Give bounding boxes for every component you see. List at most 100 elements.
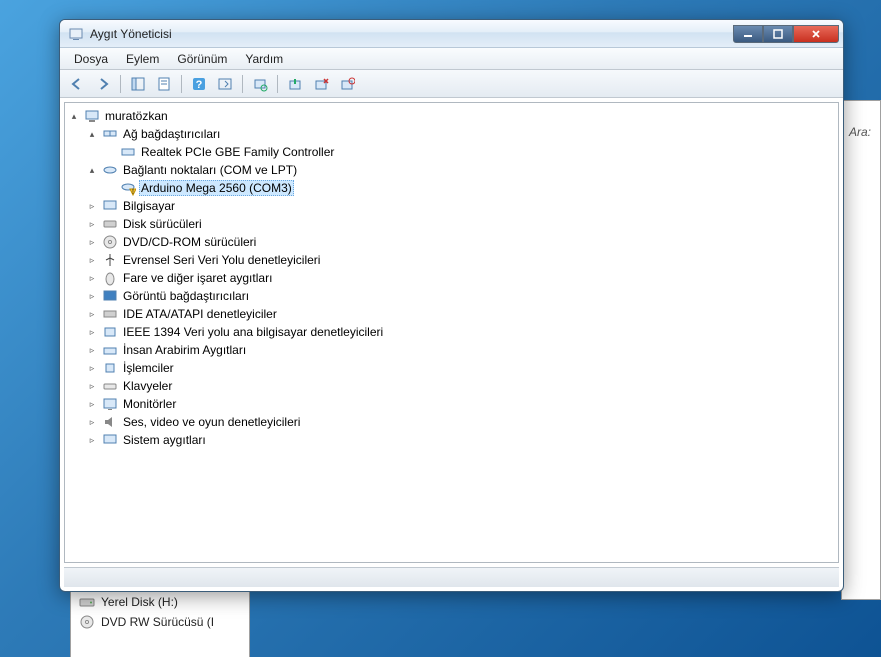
drive-item[interactable]: Yerel Disk (H:) xyxy=(79,592,241,612)
toolbar-separator xyxy=(181,75,182,93)
ports-label: Bağlantı noktaları (COM ve LPT) xyxy=(121,163,299,177)
forward-button[interactable] xyxy=(92,73,114,95)
expand-icon[interactable]: ▹ xyxy=(85,379,99,393)
help-button[interactable]: ? xyxy=(188,73,210,95)
disk-label: Disk sürücüleri xyxy=(121,217,204,231)
mouse-icon xyxy=(102,270,118,286)
computer-label: Bilgisayar xyxy=(121,199,177,213)
realtek-label: Realtek PCIe GBE Family Controller xyxy=(139,145,336,159)
dvd-label: DVD RW Sürücüsü (I xyxy=(101,615,214,629)
action-button[interactable] xyxy=(214,73,236,95)
drive-label: Yerel Disk (H:) xyxy=(101,595,178,609)
window-title: Aygıt Yöneticisi xyxy=(90,27,733,41)
tree-computer-cat[interactable]: ▹ Bilgisayar xyxy=(67,197,836,215)
update-driver-button[interactable] xyxy=(284,73,306,95)
network-icon xyxy=(102,126,118,142)
tree-ports[interactable]: ▴ Bağlantı noktaları (COM ve LPT) xyxy=(67,161,836,179)
tree-realtek[interactable]: Realtek PCIe GBE Family Controller xyxy=(67,143,836,161)
disable-button[interactable] xyxy=(336,73,358,95)
port-warning-icon: ! xyxy=(120,180,136,196)
maximize-button[interactable] xyxy=(763,25,793,43)
tree-system[interactable]: ▹ Sistem aygıtları xyxy=(67,431,836,449)
uninstall-button[interactable] xyxy=(310,73,332,95)
svg-text:?: ? xyxy=(196,79,203,91)
tree-usb[interactable]: ▹ Evrensel Seri Veri Yolu denetleyicileri xyxy=(67,251,836,269)
titlebar[interactable]: Aygıt Yöneticisi xyxy=(60,20,843,48)
drive-icon xyxy=(79,594,95,610)
computer-icon xyxy=(102,198,118,214)
tree-disk[interactable]: ▹ Disk sürücüleri xyxy=(67,215,836,233)
system-icon xyxy=(102,432,118,448)
tree-arduino[interactable]: ! Arduino Mega 2560 (COM3) xyxy=(67,179,836,197)
expand-icon[interactable]: ▹ xyxy=(85,235,99,249)
hid-icon xyxy=(102,342,118,358)
expand-icon[interactable]: ▹ xyxy=(85,343,99,357)
expand-icon[interactable]: ▹ xyxy=(85,289,99,303)
expand-icon[interactable]: ▹ xyxy=(85,415,99,429)
tree-network-adapters[interactable]: ▴ Ağ bağdaştırıcıları xyxy=(67,125,836,143)
device-manager-window: Aygıt Yöneticisi Dosya Eylem Görünüm Yar… xyxy=(59,19,844,592)
tree-dvd[interactable]: ▹ DVD/CD-ROM sürücüleri xyxy=(67,233,836,251)
system-label: Sistem aygıtları xyxy=(121,433,208,447)
expand-icon[interactable]: ▹ xyxy=(85,433,99,447)
toolbar-separator xyxy=(242,75,243,93)
menu-action[interactable]: Eylem xyxy=(118,50,167,68)
background-panel xyxy=(841,100,881,600)
display-label: Görüntü bağdaştırıcıları xyxy=(121,289,251,303)
expand-icon[interactable]: ▹ xyxy=(85,397,99,411)
tree-keyboard[interactable]: ▹ Klavyeler xyxy=(67,377,836,395)
back-button[interactable] xyxy=(66,73,88,95)
tree-monitor[interactable]: ▹Monitörler xyxy=(67,395,836,413)
ieee-icon xyxy=(102,324,118,340)
keyboard-icon xyxy=(102,378,118,394)
audio-icon xyxy=(102,414,118,430)
tree-content[interactable]: ▴ muratözkan ▴ Ağ bağdaştırıcıları xyxy=(64,102,839,563)
minimize-button[interactable] xyxy=(733,25,763,43)
collapse-icon[interactable]: ▴ xyxy=(67,109,81,123)
tree-audio[interactable]: ▹ Ses, video ve oyun denetleyicileri xyxy=(67,413,836,431)
menu-view[interactable]: Görünüm xyxy=(169,50,235,68)
expand-icon[interactable]: ▹ xyxy=(85,271,99,285)
menu-file[interactable]: Dosya xyxy=(66,50,116,68)
menubar: Dosya Eylem Görünüm Yardım xyxy=(60,48,843,70)
tree-hid[interactable]: ▹İnsan Arabirim Aygıtları xyxy=(67,341,836,359)
tree-display[interactable]: ▹ Görüntü bağdaştırıcıları xyxy=(67,287,836,305)
expand-icon[interactable]: ▹ xyxy=(85,217,99,231)
tree-root-label: muratözkan xyxy=(103,109,170,123)
app-icon xyxy=(68,26,84,42)
arduino-label: Arduino Mega 2560 (COM3) xyxy=(139,180,294,196)
dvd-item[interactable]: DVD RW Sürücüsü (I xyxy=(79,612,241,632)
menu-help[interactable]: Yardım xyxy=(237,50,291,68)
collapse-icon[interactable]: ▴ xyxy=(85,127,99,141)
expand-icon[interactable]: ▹ xyxy=(85,307,99,321)
port-icon xyxy=(102,162,118,178)
close-button[interactable] xyxy=(793,25,839,43)
expand-icon[interactable]: ▹ xyxy=(85,325,99,339)
tree-root[interactable]: ▴ muratözkan xyxy=(67,107,836,125)
collapse-icon[interactable]: ▴ xyxy=(85,163,99,177)
monitor-icon xyxy=(102,396,118,412)
tree-mouse[interactable]: ▹ Fare ve diğer işaret aygıtları xyxy=(67,269,836,287)
mouse-label: Fare ve diğer işaret aygıtları xyxy=(121,271,274,285)
display-icon xyxy=(102,288,118,304)
tree-cpu[interactable]: ▹ İşlemciler xyxy=(67,359,836,377)
toolbar: ? xyxy=(60,70,843,98)
scan-button[interactable] xyxy=(249,73,271,95)
search-label: Ara: xyxy=(849,125,871,139)
tree-ide[interactable]: ▹IDE ATA/ATAPI denetleyiciler xyxy=(67,305,836,323)
properties-button[interactable] xyxy=(153,73,175,95)
ieee-label: IEEE 1394 Veri yolu ana bilgisayar denet… xyxy=(121,325,385,339)
expand-icon[interactable]: ▹ xyxy=(85,361,99,375)
toolbar-separator xyxy=(120,75,121,93)
cpu-label: İşlemciler xyxy=(121,361,176,375)
dvd-label: DVD/CD-ROM sürücüleri xyxy=(121,235,258,249)
audio-label: Ses, video ve oyun denetleyicileri xyxy=(121,415,302,429)
expand-icon[interactable]: ▹ xyxy=(85,199,99,213)
tree-ieee[interactable]: ▹ IEEE 1394 Veri yolu ana bilgisayar dene… xyxy=(67,323,836,341)
show-hide-tree-button[interactable] xyxy=(127,73,149,95)
disk-icon xyxy=(102,216,118,232)
usb-label: Evrensel Seri Veri Yolu denetleyicileri xyxy=(121,253,322,267)
ide-icon xyxy=(102,306,118,322)
keyboard-label: Klavyeler xyxy=(121,379,174,393)
expand-icon[interactable]: ▹ xyxy=(85,253,99,267)
